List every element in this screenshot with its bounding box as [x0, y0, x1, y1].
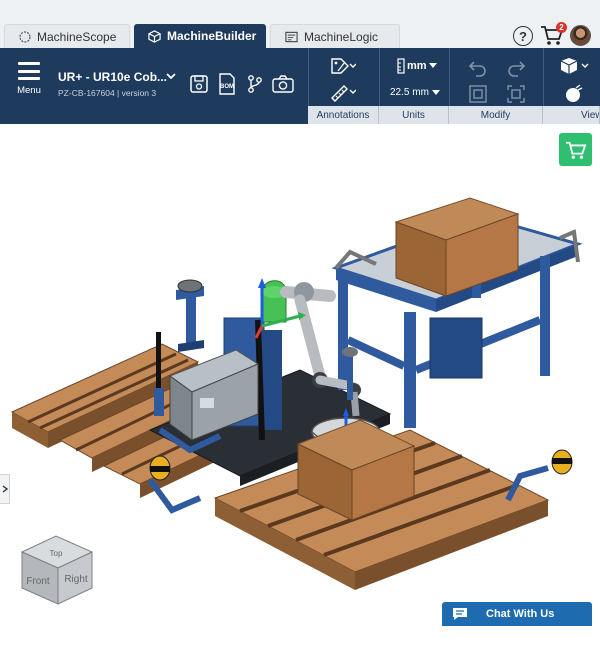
redo-icon[interactable] [504, 56, 528, 80]
chevron-right-icon [2, 485, 8, 493]
measure-icon[interactable] [329, 80, 357, 104]
render-mode-icon[interactable] [562, 82, 586, 106]
chat-with-us-button[interactable]: Chat With Us [442, 602, 592, 626]
view-cube-front-label: Front [26, 576, 50, 587]
caret-down-icon [428, 63, 437, 68]
group-label-units: Units [379, 106, 449, 124]
tab-label: MachineLogic [304, 29, 379, 44]
units-dropdown[interactable]: mm [397, 58, 437, 74]
bom-icon[interactable]: BOM [215, 72, 239, 96]
ruler-icon [397, 58, 405, 74]
add-to-cart-button[interactable] [559, 133, 592, 166]
view-cube-top-label: Top [50, 549, 63, 558]
main-toolbar: Menu UR+ - UR10e Cob... PZ-CB-167604 | v… [0, 48, 600, 124]
chat-label: Chat With Us [486, 608, 555, 620]
view-cube-right-label: Right [64, 574, 88, 585]
caret-down-icon [431, 89, 440, 95]
chevron-down-icon[interactable] [166, 72, 176, 80]
undo-icon[interactable] [466, 56, 490, 80]
tab-machinebuilder[interactable]: MachineBuilder [134, 24, 266, 48]
cube-icon [148, 29, 161, 43]
fit-view-icon[interactable] [466, 82, 490, 106]
tab-machinelogic[interactable]: MachineLogic [270, 24, 400, 48]
scope-icon [19, 30, 31, 43]
tab-label: MachineScope [37, 29, 117, 44]
view-cube[interactable]: Top Front Right [20, 535, 94, 605]
logic-icon [285, 31, 298, 42]
camera-icon[interactable] [271, 72, 295, 96]
top-tab-bar: MachineScope MachineBuilder MachineLogic… [0, 0, 600, 48]
align-icon[interactable] [504, 82, 528, 106]
left-back-scanner[interactable] [176, 279, 204, 352]
group-label-annotations: Annotations [308, 106, 379, 124]
app-window: MachineScope MachineBuilder MachineLogic… [0, 0, 600, 650]
help-icon[interactable]: ? [513, 26, 533, 46]
branch-icon[interactable] [243, 72, 267, 96]
project-name: UR+ - UR10e Cob... [58, 70, 168, 84]
chat-bubble-icon [453, 608, 467, 620]
avatar[interactable] [570, 25, 591, 46]
scale-dropdown[interactable]: 22.5 mm [390, 87, 440, 98]
bom-text: BOM [220, 84, 234, 90]
machine-cell-model[interactable]: Top Front Right [0, 124, 600, 650]
cart-count-badge: 2 [556, 22, 567, 33]
hamburger-icon [18, 62, 40, 80]
tab-label: MachineBuilder [167, 29, 257, 43]
view-cube-icon[interactable] [558, 54, 592, 78]
3d-viewport[interactable]: Top Front Right [0, 124, 600, 650]
group-label-modify: Modify [449, 106, 543, 124]
scale-value: 22.5 mm [390, 87, 429, 98]
tab-machinescope[interactable]: MachineScope [4, 24, 130, 48]
menu-button[interactable]: Menu [8, 58, 50, 108]
cart-icon [565, 141, 586, 159]
annotation-tag-icon[interactable] [329, 54, 357, 78]
project-version: PZ-CB-167604 | version 3 [58, 88, 157, 98]
project-selector[interactable]: UR+ - UR10e Cob... PZ-CB-167604 | versio… [58, 70, 183, 98]
menu-label: Menu [17, 85, 41, 96]
group-label-view: View [543, 106, 600, 124]
save-icon[interactable] [187, 72, 211, 96]
units-value: mm [407, 60, 427, 72]
side-panel-toggle[interactable] [0, 474, 10, 504]
